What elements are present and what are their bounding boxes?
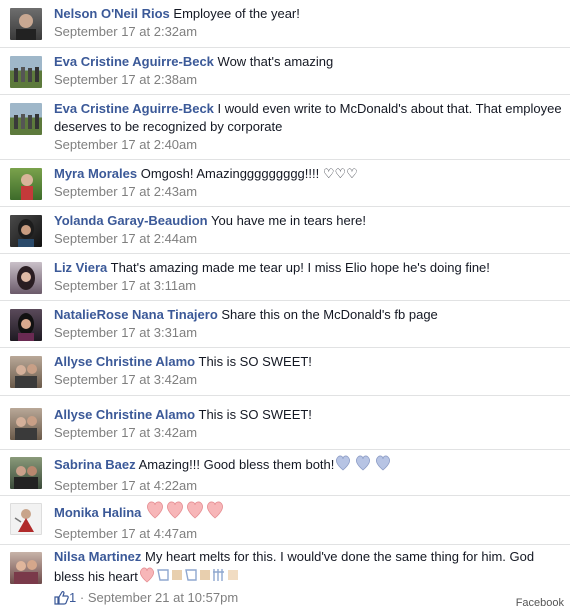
comment-timestamp[interactable]: September 17 at 2:32am	[54, 24, 197, 39]
comment-timestamp[interactable]: September 17 at 3:42am	[54, 425, 197, 440]
avatar[interactable]	[10, 309, 42, 341]
comment-timestamp[interactable]: September 17 at 3:31am	[54, 325, 197, 340]
comment-timestamp[interactable]: September 17 at 2:43am	[54, 184, 197, 199]
like-count[interactable]: 1	[69, 590, 76, 605]
comment-item: Nelson O'Neil Rios Employee of the year!…	[0, 0, 570, 47]
comment-timestamp[interactable]: September 17 at 2:44am	[54, 231, 197, 246]
avatar[interactable]	[10, 262, 42, 294]
meta-separator: ·	[79, 590, 85, 605]
comment-item: Monika Halina September 17 at 4:47am	[0, 495, 570, 544]
avatar[interactable]	[10, 103, 42, 135]
comment-item: Eva Cristine Aguirre-Beck I would even w…	[0, 94, 570, 159]
comment-text: Amazing!!! Good bless them both!	[138, 457, 335, 472]
commenter-name[interactable]: Sabrina Baez	[54, 457, 136, 472]
comment-timestamp[interactable]: September 17 at 2:38am	[54, 72, 197, 87]
pink-hearts-emoji	[145, 500, 227, 525]
avatar[interactable]	[10, 168, 42, 200]
comment-item: Liz Viera That's amazing made me tear up…	[0, 253, 570, 300]
comment-item: Myra Morales Omgosh! Amazinggggggggg!!!!…	[0, 159, 570, 206]
avatar[interactable]	[10, 457, 42, 489]
comment-item: Nilsa Martinez My heart melts for this. …	[0, 544, 570, 611]
comment-item: NatalieRose Nana Tinajero Share this on …	[0, 300, 570, 347]
comment-item: Sabrina Baez Amazing!!! Good bless them …	[0, 449, 570, 495]
comment-text: Omgosh! Amazinggggggggg!!!! ♡♡♡	[140, 166, 358, 181]
avatar[interactable]	[10, 215, 42, 247]
commenter-name[interactable]: Allyse Christine Alamo	[54, 407, 195, 422]
comment-item: Allyse Christine Alamo This is SO SWEET!…	[0, 395, 570, 449]
commenter-name[interactable]: Myra Morales	[54, 166, 137, 181]
comment-text: This is SO SWEET!	[198, 407, 312, 422]
commenter-name[interactable]: Liz Viera	[54, 260, 107, 275]
avatar[interactable]	[10, 356, 42, 388]
comment-text: You have me in tears here!	[211, 213, 366, 228]
comment-timestamp[interactable]: September 17 at 4:22am	[54, 478, 197, 493]
commenter-name[interactable]: Monika Halina	[54, 505, 141, 520]
comment-timestamp[interactable]: September 17 at 2:40am	[54, 137, 197, 152]
comment-timestamp[interactable]: September 17 at 3:11am	[54, 278, 196, 293]
commenter-name[interactable]: Eva Cristine Aguirre-Beck	[54, 54, 214, 69]
commenter-name[interactable]: Nelson O'Neil Rios	[54, 6, 170, 21]
comment-item: Allyse Christine Alamo This is SO SWEET!…	[0, 347, 570, 395]
commenter-name[interactable]: Eva Cristine Aguirre-Beck	[54, 101, 214, 116]
avatar[interactable]	[10, 408, 42, 440]
comment-text: This is SO SWEET!	[198, 354, 312, 369]
avatar[interactable]	[10, 56, 42, 88]
comment-item: Yolanda Garay-Beaudion You have me in te…	[0, 206, 570, 253]
commenter-name[interactable]: Allyse Christine Alamo	[54, 354, 195, 369]
comment-item: Eva Cristine Aguirre-Beck Wow that's ama…	[0, 47, 570, 94]
commenter-name[interactable]: Nilsa Martinez	[54, 549, 141, 564]
comment-text: Share this on the McDonald's fb page	[221, 307, 438, 322]
avatar[interactable]	[10, 8, 42, 40]
avatar[interactable]	[10, 503, 42, 535]
blue-hearts-emoji	[334, 454, 394, 477]
commenter-name[interactable]: Yolanda Garay-Beaudion	[54, 213, 208, 228]
comment-text: Wow that's amazing	[217, 54, 334, 69]
comment-timestamp[interactable]: September 21 at 10:57pm	[88, 590, 238, 605]
avatar[interactable]	[10, 552, 42, 584]
source-credit: Facebook	[515, 597, 564, 609]
comment-text: Employee of the year!	[173, 6, 300, 21]
comment-timestamp[interactable]: September 17 at 3:42am	[54, 372, 197, 387]
mixed-emoji-sequence	[138, 566, 268, 589]
commenter-name[interactable]: NatalieRose Nana Tinajero	[54, 307, 218, 322]
comment-text: That's amazing made me tear up! I miss E…	[110, 260, 490, 275]
like-thumb-icon[interactable]	[54, 590, 69, 610]
comment-timestamp[interactable]: September 17 at 4:47am	[54, 526, 197, 541]
